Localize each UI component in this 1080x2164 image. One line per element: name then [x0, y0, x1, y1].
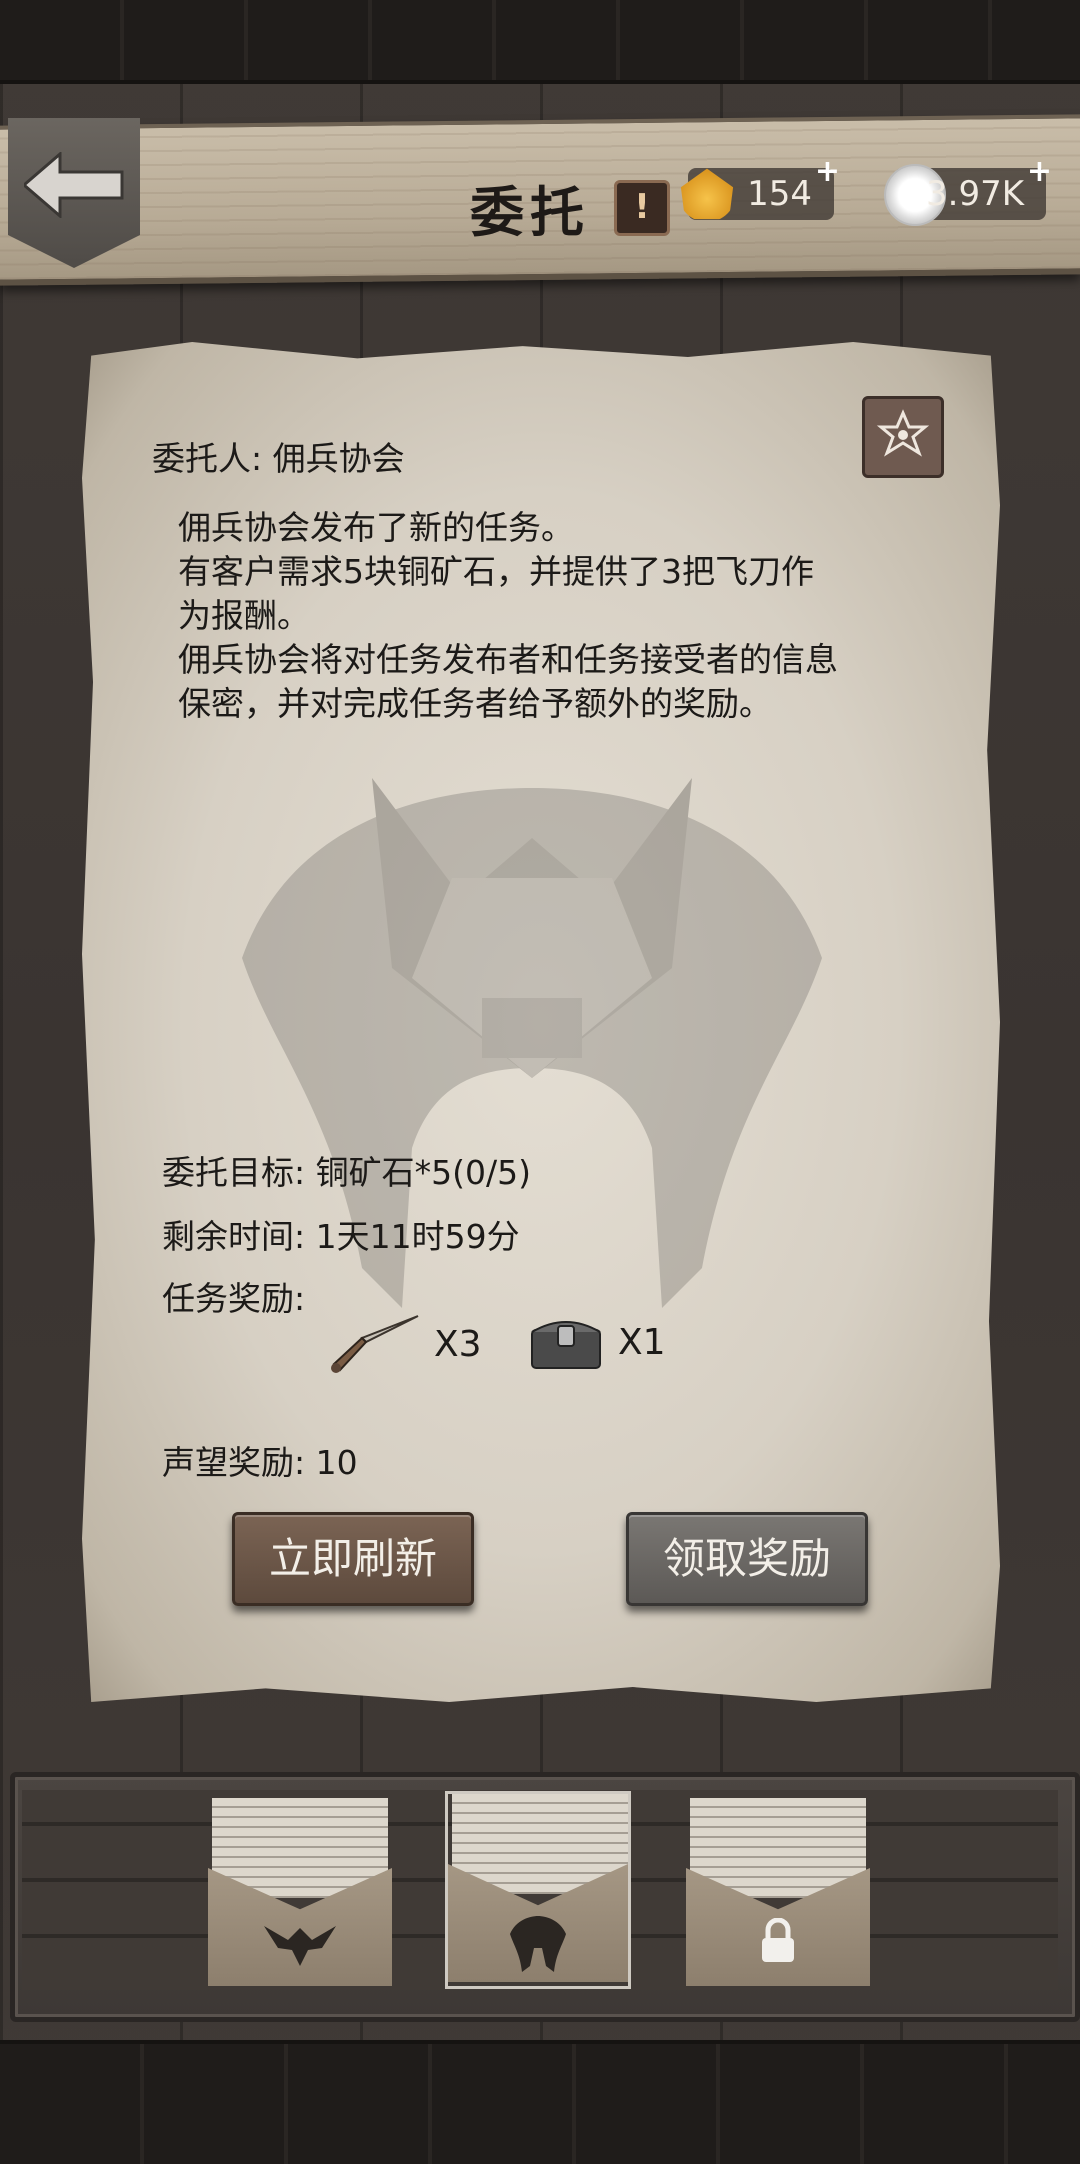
coin-currency[interactable]: 3.97K +	[884, 154, 1052, 226]
knife-quantity: X3	[434, 1323, 482, 1365]
description-line: 有客户需求5块铜矿石，并提供了3把飞刀作	[178, 552, 814, 591]
star-badge-icon[interactable]	[862, 396, 944, 478]
coin-amount: 3.97K	[926, 174, 1024, 214]
back-arrow-icon	[24, 152, 124, 218]
shell-add-icon[interactable]: +	[815, 154, 840, 189]
lock-icon	[762, 1918, 794, 1962]
refresh-button[interactable]: 立即刷新	[232, 1512, 474, 1606]
quest-envelope-eagle[interactable]	[208, 1798, 392, 1986]
shell-currency[interactable]: 154 +	[680, 154, 840, 220]
reward-knife[interactable]: X3	[326, 1312, 482, 1376]
eagle-emblem-icon	[264, 1926, 336, 1966]
description-line: 佣兵协会发布了新的任务。	[178, 508, 574, 547]
shell-amount: 154	[747, 174, 812, 214]
wolf-emblem-icon	[510, 1916, 566, 1972]
claim-reward-button[interactable]: 领取奖励	[626, 1512, 868, 1606]
top-wood-strip	[0, 0, 1080, 84]
bottom-wood-strip	[0, 2040, 1080, 2164]
chest-icon	[531, 1321, 601, 1369]
throwing-knife-icon	[331, 1315, 419, 1373]
description-line: 保密，并对完成任务者给予额外的奖励。	[178, 684, 772, 723]
reward-chest[interactable]: X1	[528, 1312, 666, 1372]
alert-icon[interactable]: !	[614, 180, 670, 236]
coin-add-icon[interactable]: +	[1027, 154, 1052, 189]
quest-target: 委托目标: 铜矿石*5(0/5)	[162, 1153, 531, 1192]
quest-envelope-wolf-selected[interactable]	[445, 1791, 631, 1989]
chest-quantity: X1	[618, 1321, 666, 1363]
client-label: 委托人: 佣兵协会	[152, 439, 405, 478]
time-remaining: 剩余时间: 1天11时59分	[162, 1217, 520, 1256]
reputation-reward: 声望奖励: 10	[162, 1443, 358, 1482]
description-line: 为报酬。	[178, 596, 310, 635]
rewards-label: 任务奖励:	[162, 1279, 306, 1318]
quest-description: 佣兵协会发布了新的任务。 有客户需求5块铜矿石，并提供了3把飞刀作 为报酬。 佣…	[178, 506, 938, 726]
page-title: 委托	[470, 181, 590, 244]
description-line: 佣兵协会将对任务发布者和任务接受者的信息	[178, 640, 838, 679]
quest-envelope-locked[interactable]	[686, 1798, 870, 1986]
